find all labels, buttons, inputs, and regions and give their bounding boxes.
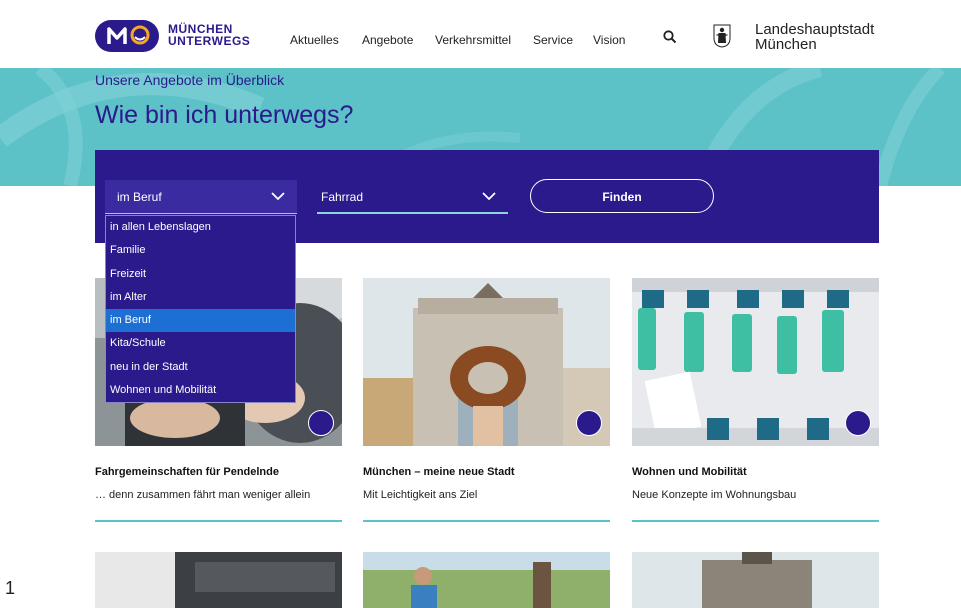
dropdown-option[interactable]: Familie (106, 239, 295, 262)
situation-dropdown-list: in allen Lebenslagen Familie Freizeit im… (105, 215, 296, 403)
chevron-down-icon (482, 190, 496, 204)
logo-icon[interactable] (95, 20, 159, 52)
logo-text[interactable]: MÜNCHEN UNTERWEGS (168, 23, 250, 47)
card-subtitle-munich: Mit Leichtigkeit ans Ziel (363, 489, 478, 501)
dropdown-option[interactable]: im Alter (106, 286, 295, 309)
logo-line-2: UNTERWEGS (168, 34, 251, 48)
m-logo-icon (845, 410, 871, 436)
card-divider (632, 520, 879, 522)
transport-select-value: Fahrrad (321, 190, 364, 204)
situation-select-value: im Beruf (117, 190, 162, 204)
card-image-munich[interactable] (363, 278, 610, 446)
card-title-carpool[interactable]: Fahrgemeinschaften für Pendelnde (95, 466, 279, 478)
transport-select[interactable]: Fahrrad (317, 180, 508, 214)
find-button[interactable]: Finden (530, 179, 714, 213)
search-icon[interactable] (663, 30, 677, 49)
dropdown-option[interactable]: in allen Lebenslagen (106, 216, 295, 239)
dropdown-option[interactable]: Kita/Schule (106, 332, 295, 355)
chevron-down-icon (271, 190, 285, 204)
m-logo-icon (576, 410, 602, 436)
munich-coat-of-arms-icon[interactable] (713, 24, 731, 53)
page-title: Wie bin ich unterwegs? (95, 101, 354, 129)
card-subtitle-carpool: … denn zusammen fährt man weniger allein (95, 489, 311, 501)
card-image-row2-2[interactable] (363, 552, 610, 608)
city-name[interactable]: Landeshauptstadt München (755, 22, 874, 52)
city-line-1: Landeshauptstadt (755, 21, 875, 38)
card-title-housing[interactable]: Wohnen und Mobilität (632, 466, 747, 478)
card-image-row2-3[interactable] (632, 552, 879, 608)
card-divider (363, 520, 610, 522)
dropdown-option[interactable]: Wohnen und Mobilität (106, 379, 295, 402)
site-header: MÜNCHEN UNTERWEGS Aktuelles Angebote Ver… (0, 0, 961, 68)
dropdown-option[interactable]: neu in der Stadt (106, 356, 295, 379)
city-line-2: München (755, 36, 817, 53)
card-image-row2-1[interactable] (95, 552, 342, 608)
card-title-munich[interactable]: München – meine neue Stadt (363, 466, 515, 478)
nav-verkehrsmittel[interactable]: Verkehrsmittel (435, 33, 511, 47)
page-number: 1 (5, 578, 16, 598)
m-logo-icon (308, 410, 334, 436)
nav-service[interactable]: Service (533, 33, 573, 47)
dropdown-option-selected[interactable]: im Beruf (106, 309, 295, 333)
nav-vision[interactable]: Vision (593, 33, 625, 47)
nav-angebote[interactable]: Angebote (362, 33, 413, 47)
card-image-housing[interactable] (632, 278, 879, 446)
dropdown-option[interactable]: Freizeit (106, 263, 295, 286)
card-divider (95, 520, 342, 522)
hero-subtitle: Unsere Angebote im Überblick (95, 72, 285, 88)
situation-select[interactable]: im Beruf (105, 180, 297, 214)
nav-aktuelles[interactable]: Aktuelles (290, 33, 339, 47)
card-subtitle-housing: Neue Konzepte im Wohnungsbau (632, 489, 797, 501)
